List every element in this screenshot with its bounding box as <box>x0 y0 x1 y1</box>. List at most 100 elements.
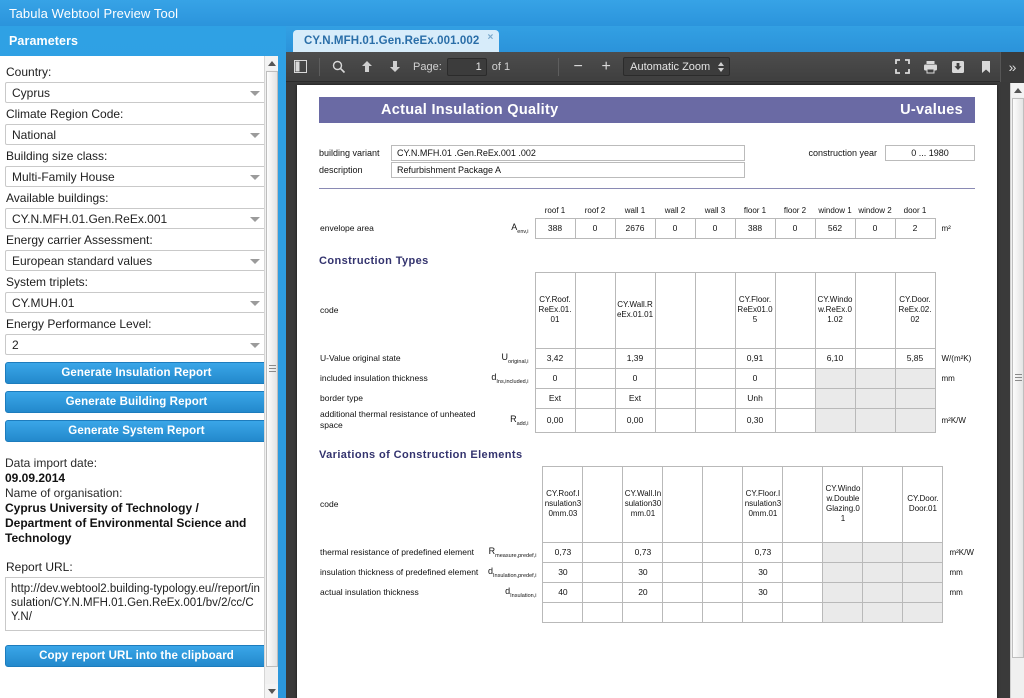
bookmark-icon[interactable] <box>973 55 999 79</box>
table-cell <box>774 387 816 409</box>
code-cell: CY.Window.DoubleGlazing.01 <box>822 465 864 543</box>
code-cell <box>862 465 904 543</box>
unit-label: mm <box>941 373 955 383</box>
table-cell <box>894 387 936 409</box>
row-label: thermal resistance of predefined element <box>320 546 475 557</box>
table-row: included insulation thickness dIns,inclu… <box>319 367 972 389</box>
table-cell <box>774 367 816 389</box>
table-cell: 0,73 <box>742 541 784 563</box>
row-label: actual insulation thickness <box>320 586 419 597</box>
table-cell: 2 <box>894 217 936 239</box>
table-cell <box>702 561 744 583</box>
unit-label: m²K/W <box>941 415 966 425</box>
unit-label: m²K/W <box>949 547 974 557</box>
sidebar-scrollbar[interactable] <box>264 56 278 698</box>
table-cell <box>694 347 736 369</box>
close-icon[interactable]: × <box>487 33 493 43</box>
select-system-triplets[interactable]: CY.MUH.01 <box>5 292 268 313</box>
document-scrollbar-thumb[interactable] <box>1012 98 1024 658</box>
select-energy-carrier-assessment[interactable]: European standard values <box>5 250 268 271</box>
select-energy-performance-level[interactable]: 2 <box>5 334 268 355</box>
organisation-value: Cyprus University of Technology / Depart… <box>5 501 247 545</box>
table-row: insulation thickness of predefined eleme… <box>319 561 977 583</box>
table-cell: 0 <box>854 217 896 239</box>
select-climate-region-code[interactable]: National <box>5 124 268 145</box>
field-climate-region-code: Climate Region Code: National <box>5 107 268 145</box>
copy-report-url-button[interactable]: Copy report URL into the clipboard <box>5 645 268 667</box>
generate-building-report-button[interactable]: Generate Building Report <box>5 391 268 413</box>
pdf-page: Actual Insulation Quality U-values build… <box>297 85 997 698</box>
select-climate-region-code-value: National <box>12 127 57 142</box>
label-country: Country: <box>6 65 52 79</box>
data-import-date-label: Data import date: <box>5 456 98 470</box>
table-cell: 30 <box>622 561 664 583</box>
select-country-value: Cyprus <box>12 85 51 100</box>
arrow-down-icon[interactable] <box>382 55 408 79</box>
toolbar-right-group: » <box>888 51 1024 82</box>
tab-strip: CY.N.MFH.01.Gen.ReEx.001.002 × <box>286 26 1024 52</box>
table-cell <box>582 581 624 603</box>
section-title-variations: Variations of Construction Elements <box>319 448 523 461</box>
table-cell <box>654 347 696 369</box>
document-header-fields: building variant CY.N.MFH.01 .Gen.ReEx.0… <box>319 145 975 178</box>
document-title: Actual Insulation Quality <box>381 102 559 118</box>
table-cell: 0,73 <box>542 541 584 563</box>
generate-system-report-button[interactable]: Generate System Report <box>5 420 268 442</box>
zoom-in-button[interactable]: + <box>593 55 619 79</box>
chevron-down-icon <box>250 174 260 180</box>
search-icon[interactable] <box>326 55 352 79</box>
table-cell <box>654 387 696 409</box>
label-climate-region-code: Climate Region Code: <box>6 107 124 121</box>
table-cell <box>894 367 936 389</box>
zoom-level-select[interactable]: Automatic Zoom <box>623 57 731 76</box>
code-cell <box>582 465 624 543</box>
sidebar-toggle-icon[interactable] <box>287 55 313 79</box>
table-cell: 0 <box>694 217 736 239</box>
select-available-buildings[interactable]: CY.N.MFH.01.Gen.ReEx.001 <box>5 208 268 229</box>
document-scrollbar[interactable] <box>1010 83 1024 698</box>
table-cell: 0 <box>574 217 616 239</box>
scroll-down-icon[interactable] <box>265 684 278 698</box>
row-label: included insulation thickness <box>320 372 428 383</box>
label-building-size-class: Building size class: <box>6 149 108 163</box>
table-cell <box>854 387 896 409</box>
generate-insulation-report-button[interactable]: Generate Insulation Report <box>5 362 268 384</box>
label-energy-performance-level: Energy Performance Level: <box>6 317 152 331</box>
print-icon[interactable] <box>917 55 943 79</box>
arrow-up-icon[interactable] <box>354 55 380 79</box>
description-row: description Refurbishment Package A <box>319 162 975 178</box>
select-available-buildings-value: CY.N.MFH.01.Gen.ReEx.001 <box>12 211 168 226</box>
zoom-out-button[interactable]: − <box>565 55 591 79</box>
table-cell: 5,85 <box>894 347 936 369</box>
sidebar-scrollbar-thumb[interactable] <box>266 71 278 667</box>
pdf-toolbar: Page: 1 of 1 − + Automatic Zoom » <box>286 51 1024 82</box>
scroll-up-icon[interactable] <box>1011 83 1024 97</box>
chevron-down-icon <box>250 132 260 138</box>
download-icon[interactable] <box>945 55 971 79</box>
envelope-area-label: envelope area <box>320 222 374 233</box>
code-cell <box>694 271 736 349</box>
fullscreen-icon[interactable] <box>889 55 915 79</box>
row-label: insulation thickness of predefined eleme… <box>320 566 479 577</box>
select-country[interactable]: Cyprus <box>5 82 268 103</box>
report-url-field[interactable]: http://dev.webtool2.building-typology.eu… <box>5 577 268 631</box>
table-cell <box>694 367 736 389</box>
tab-report-document[interactable]: CY.N.MFH.01.Gen.ReEx.001.002 × <box>293 30 500 52</box>
table-cell <box>814 407 856 433</box>
application-window: Tabula Webtool Preview Tool Parameters C… <box>0 0 1024 698</box>
table-row: border type Ext Ext Unh <box>319 387 972 409</box>
row-symbol: dIns,included,i <box>491 371 529 385</box>
table-cell <box>862 561 904 583</box>
table-cell: 0,00 <box>534 407 576 433</box>
table-cell <box>862 581 904 603</box>
table-cell <box>822 541 864 563</box>
scroll-up-icon[interactable] <box>265 56 278 70</box>
app-title-bar: Tabula Webtool Preview Tool <box>0 0 1024 26</box>
label-system-triplets: System triplets: <box>6 275 89 289</box>
more-tools-icon[interactable]: » <box>1000 51 1024 82</box>
chevron-down-icon <box>250 90 260 96</box>
select-building-size-class[interactable]: Multi-Family House <box>5 166 268 187</box>
table-cell <box>774 407 816 433</box>
page-number-input[interactable]: 1 <box>446 57 487 76</box>
code-cell: CY.Wall.Insulation30mm.01 <box>622 465 664 543</box>
